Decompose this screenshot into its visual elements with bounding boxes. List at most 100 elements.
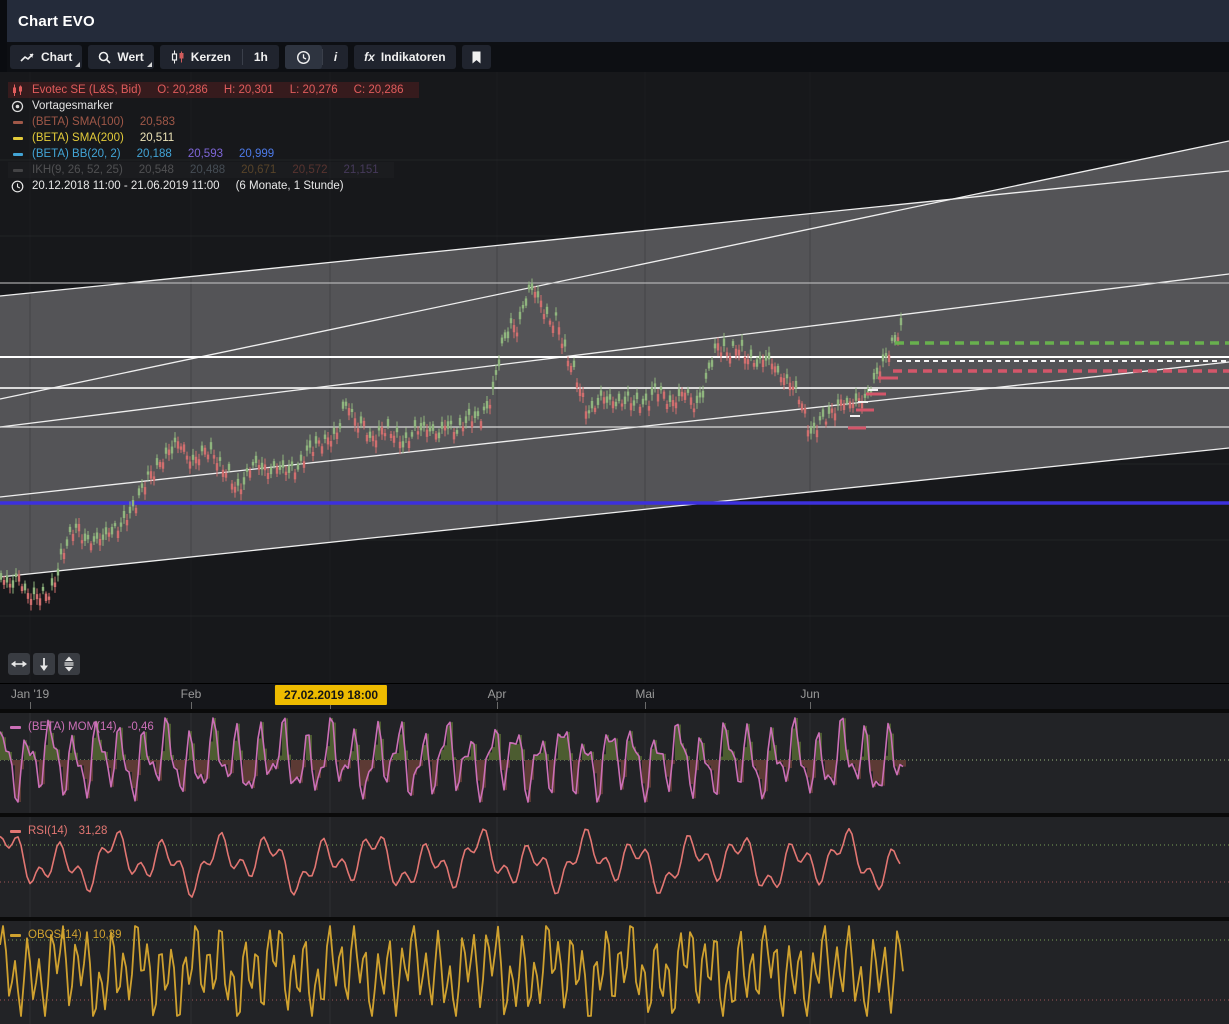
scroll-down-button[interactable]: [33, 653, 55, 675]
legend-row-sma200[interactable]: (BETA) SMA(200) 20,511: [8, 130, 189, 146]
page-title: Chart EVO: [18, 13, 95, 30]
mom-legend[interactable]: (BETA) MOM(14) -0,46: [10, 721, 154, 733]
obos-legend[interactable]: OBOS(14) 10,39: [10, 929, 121, 941]
main-price-chart[interactable]: Evotec SE (L&S, Bid) O: 20,286 H: 20,301 L:…: [0, 72, 1229, 683]
chart-menu-label: Chart: [41, 50, 72, 64]
obos-label: OBOS(14): [28, 929, 82, 941]
obos-panel[interactable]: OBOS(14) 10,39: [0, 917, 1229, 1024]
timeframe-button[interactable]: 1h: [243, 45, 279, 69]
timeframe-label: 1h: [254, 50, 268, 64]
chart-menu-button[interactable]: Chart: [10, 45, 82, 69]
wert-label: Wert: [117, 50, 143, 64]
legend-row-instrument[interactable]: Evotec SE (L&S, Bid) O: 20,286 H: 20,301 L:…: [8, 82, 419, 98]
mom-chart-svg: [0, 713, 1229, 813]
rsi-legend[interactable]: RSI(14) 31,28: [10, 825, 107, 837]
legend-text: 20,511: [140, 132, 174, 144]
chart-evo-app: Chart EVO Chart Wert: [0, 0, 1229, 1024]
legend-row-sma100[interactable]: (BETA) SMA(100) 20,583: [8, 114, 190, 130]
obos-value: 10,39: [93, 929, 122, 941]
legend-row-bollinger[interactable]: (BETA) BB(20, 2) 20,188 20,593 20,999: [8, 146, 289, 162]
candles-icon: [10, 84, 25, 97]
time-axis: Jan '19 Feb Apr Mai Jun 27.02.2019 18:00: [0, 683, 1229, 709]
time-axis-label: Jun: [800, 687, 819, 701]
legend-text: 20,593: [188, 148, 223, 160]
kerzen-button[interactable]: Kerzen: [160, 45, 242, 69]
chart-bottom-tools: [8, 653, 80, 675]
legend-row-vortagesmarker[interactable]: Vortagesmarker: [8, 98, 128, 114]
legend-text: IKH(9, 26, 52, 25): [32, 164, 123, 176]
kerzen-label: Kerzen: [191, 50, 231, 64]
rsi-dash-icon: [10, 830, 21, 833]
time-axis-tick: [30, 702, 31, 709]
clock-icon: [296, 50, 311, 65]
legend-text: 20,488: [190, 164, 225, 176]
dash-icon: [10, 169, 25, 172]
legend-text: 20,572: [292, 164, 327, 176]
main-toolbar: Chart Wert Kerzen 1h: [0, 42, 1229, 72]
legend-text: (6 Monate, 1 Stunde): [236, 180, 344, 192]
mom-panel[interactable]: (BETA) MOM(14) -0,46: [0, 709, 1229, 813]
info-button[interactable]: i: [323, 45, 348, 69]
legend-text: Vortagesmarker: [32, 100, 113, 112]
indikatoren-button[interactable]: fx Indikatoren: [354, 45, 455, 69]
unfold-vertical-icon: [62, 656, 76, 672]
time-axis-tick: [497, 702, 498, 709]
mom-dash-icon: [10, 726, 21, 729]
dropdown-corner-icon: [147, 62, 152, 67]
legend-text: 21,151: [344, 164, 379, 176]
legend-row-ichimoku[interactable]: IKH(9, 26, 52, 25) 20,548 20,488 20,671 20,5…: [8, 162, 394, 178]
time-range-button[interactable]: [285, 45, 322, 69]
search-icon: [98, 51, 111, 64]
candlestick-icon: [171, 50, 185, 64]
bookmark-icon: [471, 51, 482, 64]
rsi-panel[interactable]: RSI(14) 31,28: [0, 813, 1229, 917]
time-axis-label: Apr: [488, 687, 507, 701]
indikatoren-label: Indikatoren: [381, 50, 446, 64]
legend-row-timerange[interactable]: 20.12.2018 11:00 - 21.06.2019 11:00 (6 Mo…: [8, 178, 359, 194]
arrows-horizontal-icon: [11, 659, 27, 669]
legend-text: 20,999: [239, 148, 274, 160]
legend-text: 20.12.2018 11:00 - 21.06.2019 11:00: [32, 180, 220, 192]
time-axis-label: Jan '19: [11, 687, 49, 701]
clock-icon: [10, 180, 25, 193]
legend-text: 20,671: [241, 164, 276, 176]
time-axis-tick: [810, 702, 811, 709]
legend-text: (BETA) SMA(100): [32, 116, 124, 128]
mom-label: (BETA) MOM(14): [28, 721, 117, 733]
legend-text: 20,548: [139, 164, 174, 176]
target-icon: [10, 100, 25, 113]
time-axis-tick: [191, 702, 192, 709]
fx-icon: fx: [364, 50, 375, 64]
wert-search-button[interactable]: Wert: [88, 45, 153, 69]
dash-icon: [10, 153, 25, 156]
dash-icon: [10, 121, 25, 124]
charttype-timeframe-group: Kerzen 1h: [160, 45, 279, 69]
selected-time-badge[interactable]: 27.02.2019 18:00: [275, 685, 387, 705]
line-chart-icon: [20, 52, 35, 63]
indicator-legend: Evotec SE (L&S, Bid) O: 20,286 H: 20,301 L:…: [8, 82, 419, 194]
time-axis-label: Mai: [635, 687, 654, 701]
bookmark-button[interactable]: [462, 45, 491, 69]
fit-horizontal-button[interactable]: [8, 653, 30, 675]
mom-value: -0,46: [128, 721, 154, 733]
time-axis-tick: [645, 702, 646, 709]
legend-text: Evotec SE (L&S, Bid): [32, 84, 141, 96]
legend-text: H: 20,301: [224, 84, 274, 96]
left-edge-strip: [0, 0, 7, 72]
rsi-label: RSI(14): [28, 825, 68, 837]
rsi-chart-svg: [0, 817, 1229, 917]
info-label: i: [334, 50, 337, 64]
legend-text: 20,188: [137, 148, 172, 160]
time-info-group: i: [285, 45, 348, 69]
legend-text: O: 20,286: [157, 84, 208, 96]
legend-text: 20,583: [140, 116, 175, 128]
time-axis-label: Feb: [181, 687, 202, 701]
legend-text: (BETA) SMA(200): [32, 132, 124, 144]
obos-chart-svg: [0, 921, 1229, 1024]
title-bar: Chart EVO: [0, 0, 1229, 42]
dash-icon: [10, 137, 25, 140]
legend-text: (BETA) BB(20, 2): [32, 148, 121, 160]
legend-text: L: 20,276: [290, 84, 338, 96]
expand-panels-button[interactable]: [58, 653, 80, 675]
rsi-value: 31,28: [79, 825, 108, 837]
